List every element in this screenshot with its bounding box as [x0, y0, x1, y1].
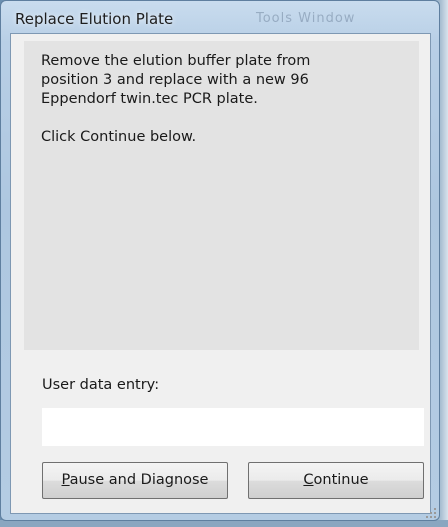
- message-line-1: Remove the elution buffer plate from: [41, 53, 311, 69]
- user-data-entry-label: User data entry:: [42, 377, 160, 393]
- message-line-3: Eppendorf twin.tec PCR plate.: [41, 91, 258, 107]
- user-data-entry-input[interactable]: [42, 408, 424, 446]
- window-title: Replace Elution Plate: [15, 10, 174, 28]
- continue-button[interactable]: Continue: [248, 462, 424, 499]
- resize-grip-icon[interactable]: [425, 507, 437, 519]
- continue-mnemonic: C: [303, 472, 314, 488]
- pause-and-diagnose-button[interactable]: Pause and Diagnose: [42, 462, 228, 499]
- dialog-client-area: Remove the elution buffer plate from pos…: [10, 33, 431, 514]
- background-desktop: [0, 520, 448, 527]
- title-bar[interactable]: Replace Elution Plate Tools Window: [1, 1, 439, 33]
- dialog-window: Replace Elution Plate Tools Window Remov…: [0, 0, 440, 521]
- message-line-2: position 3 and replace with a new 96: [41, 72, 309, 88]
- instruction-message-box: Remove the elution buffer plate from pos…: [24, 41, 419, 350]
- pause-mnemonic: P: [61, 472, 70, 488]
- message-line-5: Click Continue below.: [41, 129, 197, 145]
- background-title-ghost: Tools Window: [256, 11, 356, 26]
- continue-label-rest: ontinue: [313, 472, 369, 488]
- pause-label-rest: ause and Diagnose: [69, 472, 209, 488]
